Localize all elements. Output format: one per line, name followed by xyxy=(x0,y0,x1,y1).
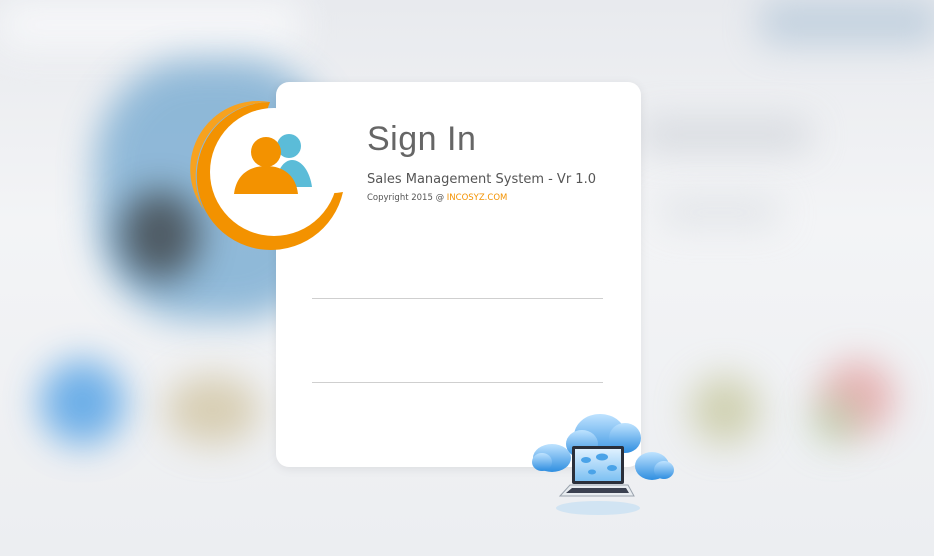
app-subtitle: Sales Management System - Vr 1.0 xyxy=(367,172,596,187)
company-link[interactable]: INCOSYZ.COM xyxy=(447,193,508,203)
copyright-prefix: Copyright 2015 @ xyxy=(367,193,447,203)
copyright-text: Copyright 2015 @ INCOSYZ.COM xyxy=(367,193,507,203)
password-field[interactable] xyxy=(312,354,603,383)
page-title: Sign In xyxy=(367,120,477,158)
username-field[interactable] xyxy=(312,270,603,299)
user-group-icon xyxy=(190,100,343,250)
cloud-laptop-icon xyxy=(532,414,674,515)
